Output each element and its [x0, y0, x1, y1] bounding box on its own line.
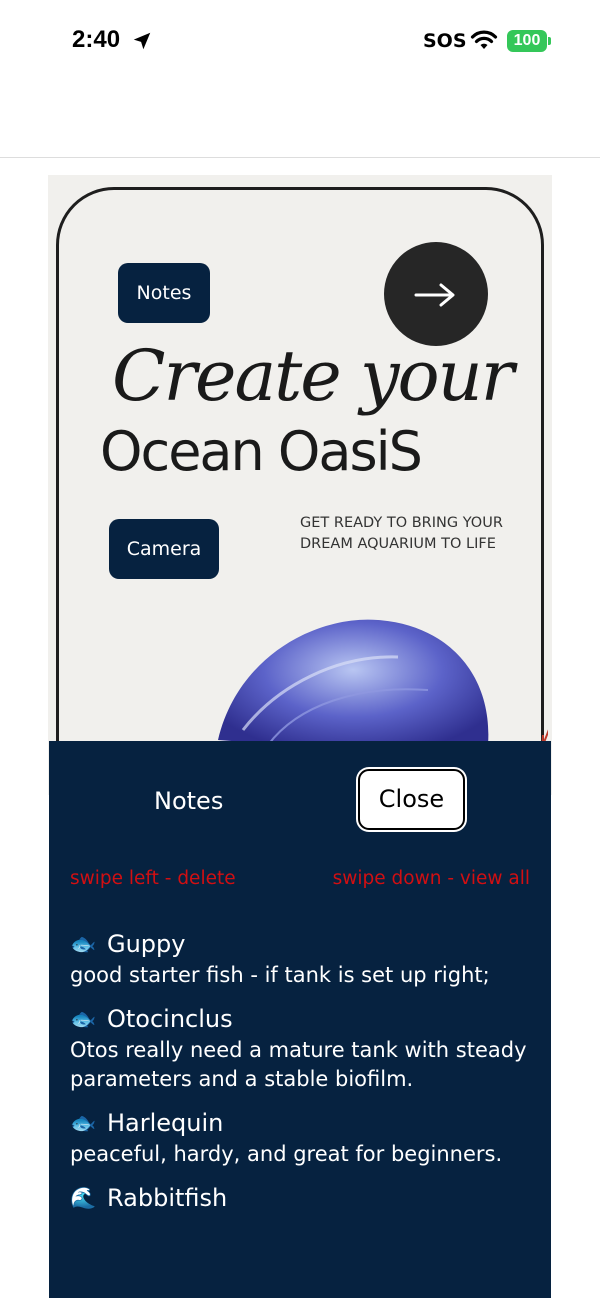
- notes-tag[interactable]: Notes: [118, 263, 210, 323]
- fish-icon: 🐟: [70, 1111, 97, 1135]
- sos-indicator: SOS: [423, 30, 467, 52]
- battery-indicator: 100: [507, 30, 547, 52]
- ocean-oasis-poster: Notes Create your Ocean OasiS Camera GET…: [48, 175, 552, 795]
- notes-panel: Notes Close swipe left - delete swipe do…: [49, 741, 551, 1298]
- wave-icon: 🌊: [70, 1186, 97, 1210]
- note-header: 🐟 Otocinclus: [70, 1002, 540, 1036]
- note-title: Rabbitfish: [107, 1184, 228, 1212]
- battery-level: 100: [513, 32, 541, 49]
- note-header: 🐟 Guppy: [70, 927, 540, 961]
- note-item[interactable]: 🐟 Guppy good starter fish - if tank is s…: [70, 927, 540, 990]
- location-arrow-icon: [133, 32, 151, 50]
- camera-tag-label: Camera: [126, 538, 202, 560]
- status-bar: 2:40 SOS 100: [0, 0, 600, 80]
- battery-tip: [548, 37, 551, 45]
- close-button[interactable]: Close: [358, 769, 465, 830]
- note-item[interactable]: 🌊 Rabbitfish: [70, 1181, 540, 1215]
- headline-line-1: Create your: [112, 335, 514, 417]
- note-header: 🐟 Harlequin: [70, 1106, 540, 1140]
- status-time: 2:40: [72, 26, 121, 53]
- note-title: Otocinclus: [107, 1005, 233, 1033]
- note-body: peaceful, hardy, and great for beginners…: [70, 1142, 503, 1166]
- wifi-icon: [470, 30, 498, 49]
- poster-tagline: GET READY TO BRING YOUR DREAM AQUARIUM T…: [300, 515, 503, 552]
- note-body: Otos really need a mature tank with stea…: [70, 1038, 527, 1091]
- swipe-down-hint: swipe down - view all: [332, 868, 530, 889]
- swipe-left-hint: swipe left - delete: [70, 868, 236, 889]
- fish-icon: 🐟: [70, 932, 97, 956]
- header-divider: [0, 157, 600, 158]
- note-title: Harlequin: [107, 1109, 224, 1137]
- panel-title: Notes: [154, 787, 224, 815]
- next-arrow-button[interactable]: [384, 242, 488, 346]
- note-title: Guppy: [107, 930, 186, 958]
- note-item[interactable]: 🐟 Harlequin peaceful, hardy, and great f…: [70, 1106, 540, 1169]
- fish-icon: 🐟: [70, 1007, 97, 1031]
- camera-tag[interactable]: Camera: [109, 519, 219, 579]
- arrow-right-icon: [414, 283, 455, 307]
- note-body: good starter fish - if tank is set up ri…: [70, 963, 490, 987]
- notes-list[interactable]: 🐟 Guppy good starter fish - if tank is s…: [70, 927, 540, 1239]
- note-item[interactable]: 🐟 Otocinclus Otos really need a mature t…: [70, 1002, 540, 1094]
- note-header: 🌊 Rabbitfish: [70, 1181, 540, 1215]
- notes-tag-label: Notes: [136, 282, 192, 304]
- headline-line-2: Ocean OasiS: [100, 420, 423, 483]
